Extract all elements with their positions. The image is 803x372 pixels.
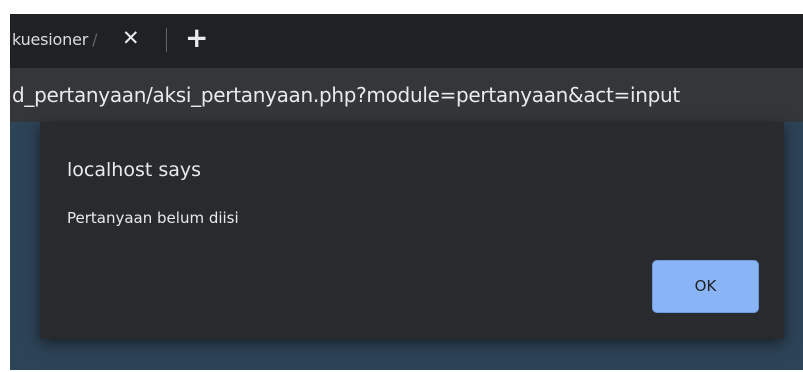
alert-dialog: localhost says Pertanyaan belum diisi OK — [40, 122, 784, 339]
tab-title[interactable]: kuesioner / — [12, 30, 98, 49]
dialog-title: localhost says — [67, 159, 202, 181]
tab-title-text: kuesioner — [12, 30, 89, 49]
close-icon[interactable]: ✕ — [122, 26, 140, 50]
tab-title-separator: / — [92, 30, 98, 49]
ok-button[interactable]: OK — [652, 260, 759, 313]
tab-divider — [166, 28, 167, 52]
dialog-message: Pertanyaan belum diisi — [67, 209, 239, 227]
plus-icon[interactable]: + — [185, 23, 208, 53]
browser-window: kuesioner / ✕ + d_pertanyaan/aksi_pertany… — [0, 0, 803, 372]
tab-strip: kuesioner / ✕ + — [10, 14, 803, 68]
url-text[interactable]: d_pertanyaan/aksi_pertanyaan.php?module=… — [12, 83, 680, 107]
address-bar[interactable]: d_pertanyaan/aksi_pertanyaan.php?module=… — [10, 68, 803, 122]
